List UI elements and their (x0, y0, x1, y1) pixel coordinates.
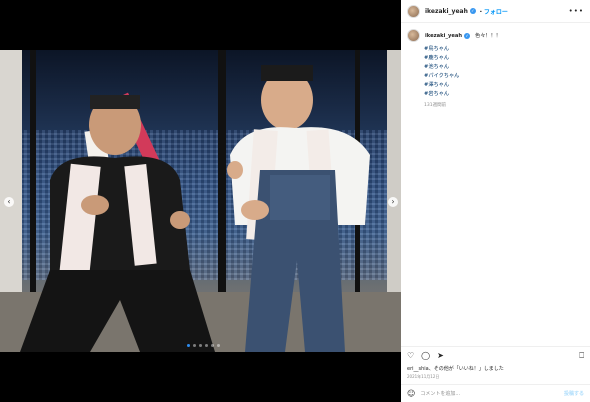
caption-area: ikezaki_yeah ✓ 色々！！！ #鳥ちゃん #鹿ちゃん #池ちゃん #… (401, 23, 590, 114)
carousel-dot (199, 344, 202, 347)
emoji-icon[interactable]: ☺ (407, 389, 415, 398)
post-media: ‹ › (0, 0, 401, 402)
avatar[interactable] (407, 29, 420, 42)
carousel-dot (211, 344, 214, 347)
hashtag-link[interactable]: #岩ちゃん (407, 90, 584, 99)
hashtag-link[interactable]: #池ちゃん (407, 63, 584, 72)
action-bar: ♡ ◯ ➤ ⎕ eri__shia、その他が「いいね！」しました 2021年11… (401, 346, 590, 384)
post-comment-button[interactable]: 投稿する (564, 390, 584, 397)
carousel-next-button[interactable]: › (388, 197, 398, 207)
hashtag-link[interactable]: #鳥ちゃん (407, 45, 584, 54)
post-photo[interactable] (0, 50, 401, 352)
comment-icon[interactable]: ◯ (421, 351, 430, 361)
carousel-prev-button[interactable]: ‹ (4, 197, 14, 207)
hashtag-list: #鳥ちゃん #鹿ちゃん #池ちゃん #パイクちゃん #澤ちゃん #岩ちゃん (407, 45, 584, 99)
comment-bar: ☺ コメントを追加... 投稿する (401, 384, 590, 402)
hashtag-link[interactable]: #澤ちゃん (407, 81, 584, 90)
post-date: 2021年11月12日 (407, 374, 440, 379)
heart-icon[interactable]: ♡ (407, 351, 414, 361)
follow-button[interactable]: フォロー (484, 7, 508, 16)
person-right (227, 65, 370, 352)
post-side-panel: ikezaki_yeah ✓ ・ フォロー ••• ikezaki_yeah ✓… (401, 0, 590, 402)
share-icon[interactable]: ➤ (437, 351, 444, 361)
action-icons: ♡ ◯ ➤ ⎕ (407, 351, 584, 361)
carousel-indicator (187, 344, 220, 347)
verified-icon: ✓ (464, 32, 471, 39)
time-ago: 131週間前 (424, 103, 447, 108)
likes-summary[interactable]: eri__shia、その他が「いいね！」しました (407, 365, 584, 372)
hashtag-link[interactable]: #鹿ちゃん (407, 54, 584, 63)
carousel-dot (193, 344, 196, 347)
caption-text: 色々！！！ (475, 33, 501, 39)
username-link[interactable]: ikezaki_yeah (425, 8, 468, 15)
caption-row: ikezaki_yeah ✓ 色々！！！ (407, 29, 584, 42)
carousel-dot (205, 344, 208, 347)
person-left (20, 92, 215, 352)
comment-input[interactable]: コメントを追加... (420, 390, 460, 397)
carousel-dot (217, 344, 220, 347)
more-options-icon[interactable]: ••• (569, 7, 584, 15)
carousel-dot (187, 344, 190, 347)
avatar[interactable] (407, 4, 420, 18)
post-header: ikezaki_yeah ✓ ・ フォロー ••• (401, 0, 590, 23)
verified-icon: ✓ (469, 8, 476, 14)
bookmark-icon[interactable]: ⎕ (579, 351, 584, 361)
caption-username[interactable]: ikezaki_yeah (425, 33, 462, 39)
hashtag-link[interactable]: #パイクちゃん (407, 72, 584, 81)
